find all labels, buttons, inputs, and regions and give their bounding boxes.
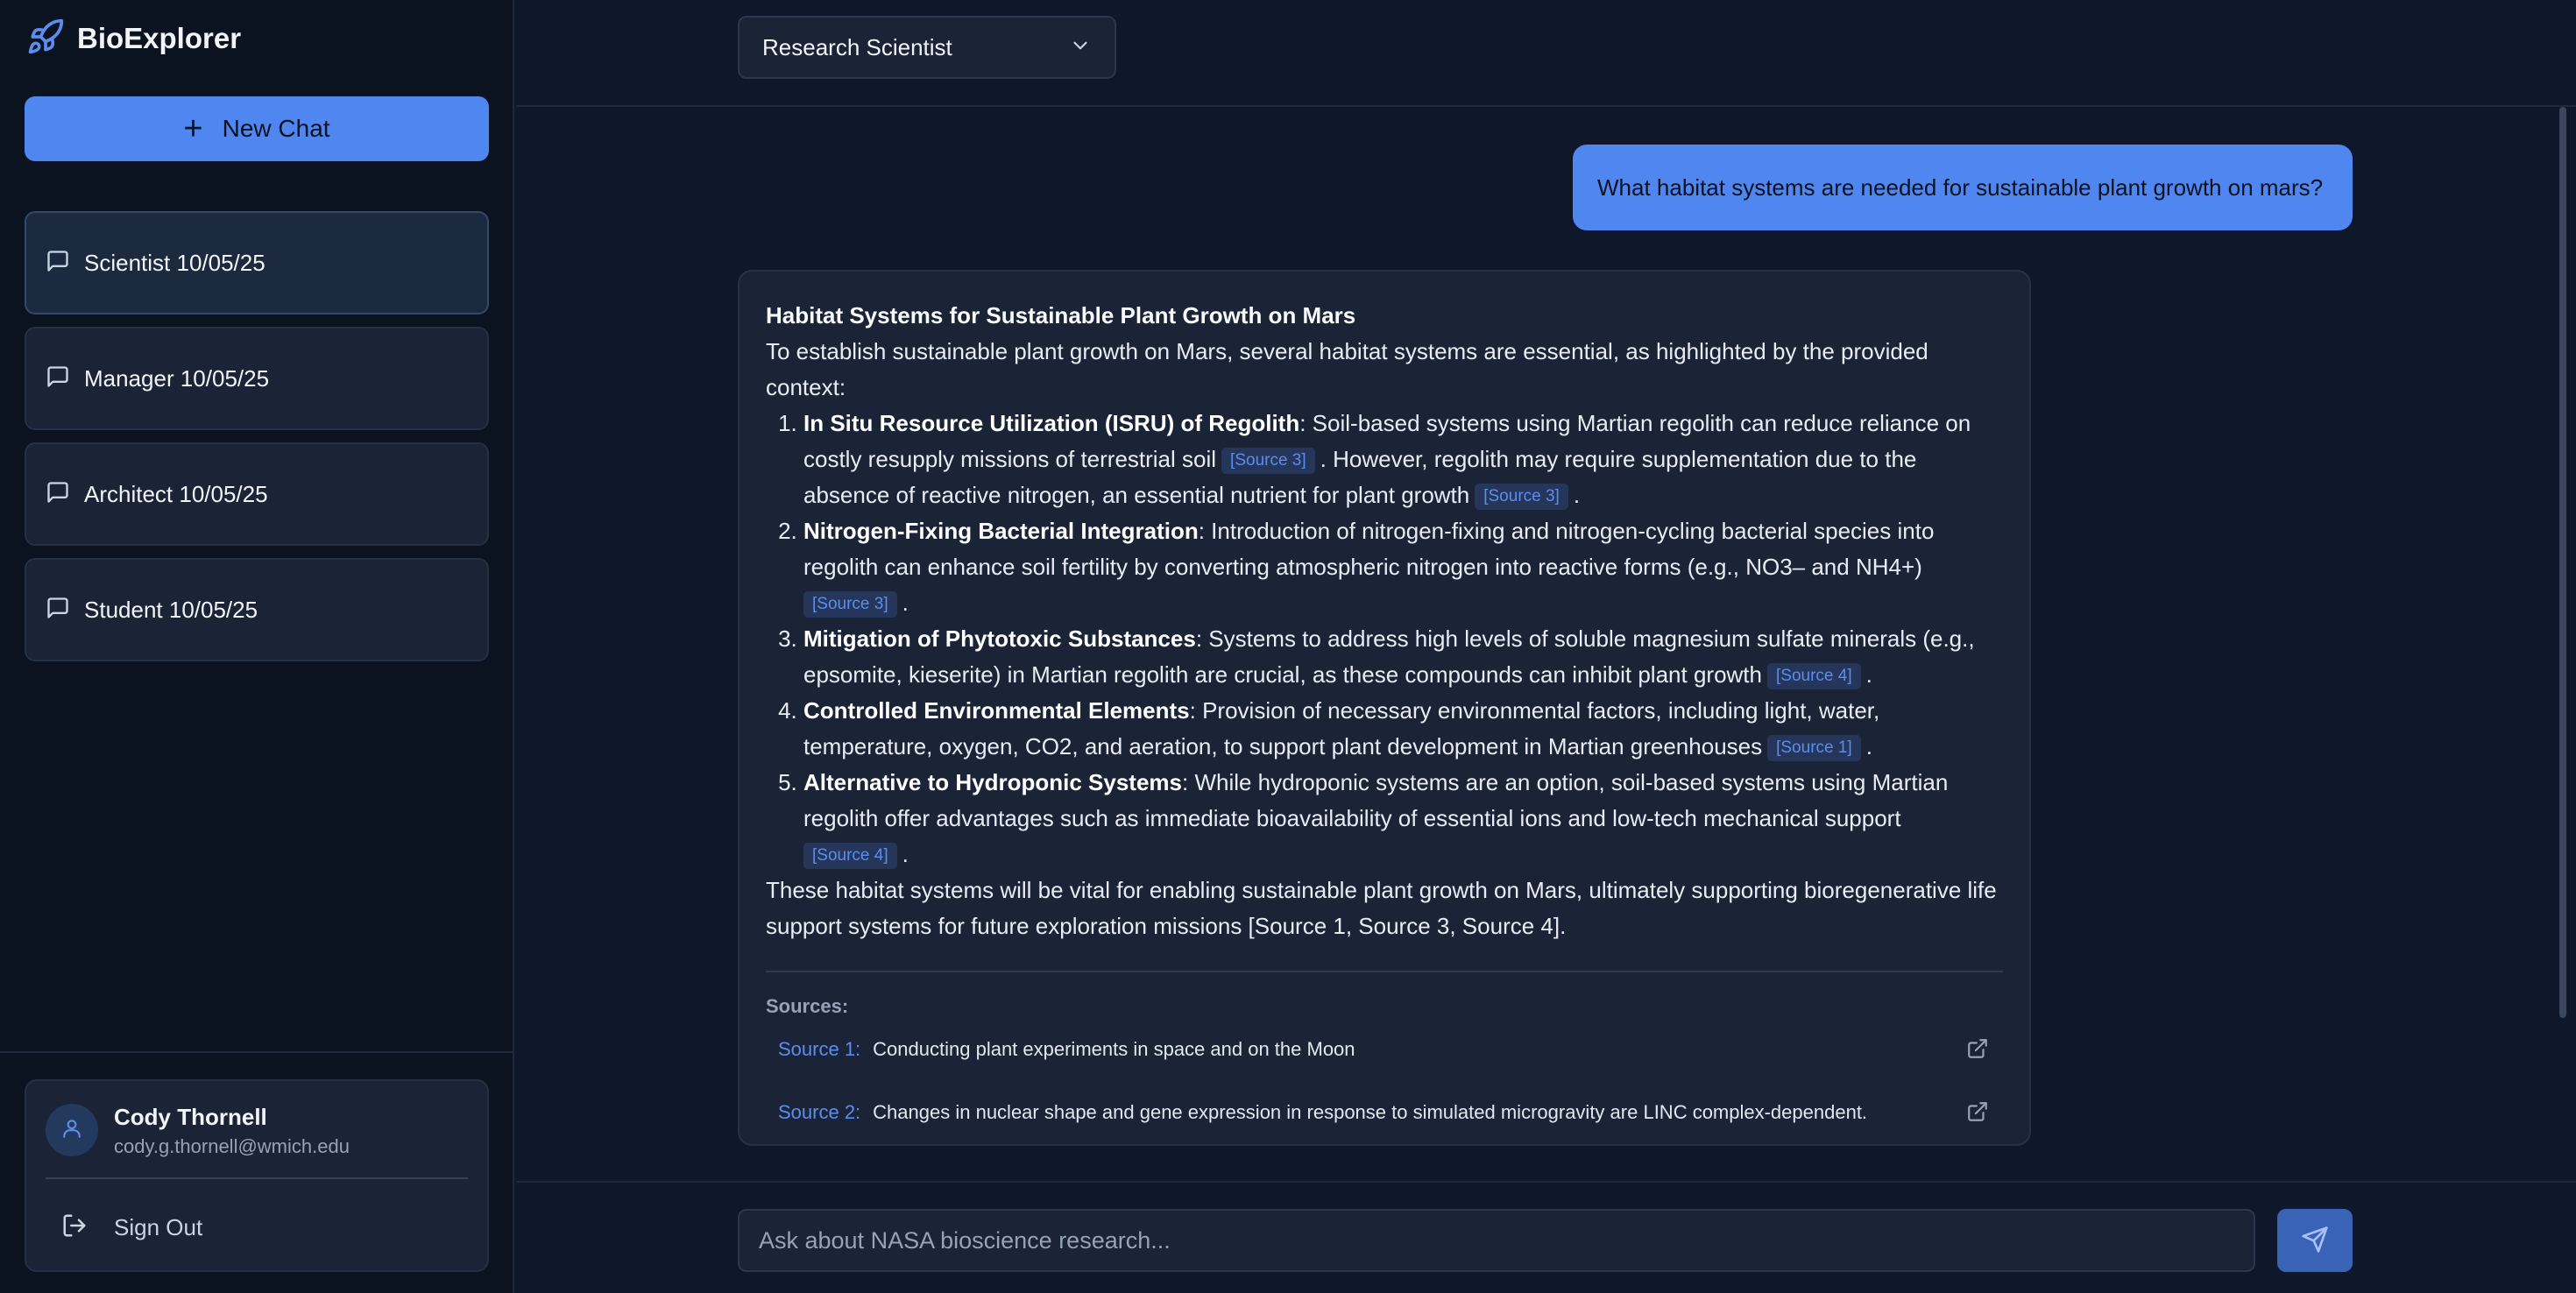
- list-item: Mitigation of Phytotoxic Substances: Sys…: [803, 621, 2003, 693]
- header: Research Scientist: [516, 0, 2576, 107]
- list-item: Nitrogen-Fixing Bacterial Integration: I…: [803, 513, 2003, 621]
- log-out-icon: [61, 1212, 88, 1243]
- source-label: Source 1:: [778, 1038, 861, 1060]
- user-name: Cody Thornell: [114, 1104, 267, 1130]
- item-heading: Nitrogen-Fixing Bacterial Integration: [803, 518, 1199, 544]
- item-text: .: [1573, 482, 1581, 508]
- avatar[interactable]: [46, 1104, 98, 1156]
- chat-item-manager[interactable]: Manager 10/05/25: [25, 327, 489, 430]
- new-chat-label: New Chat: [222, 115, 330, 142]
- message-square-icon: [46, 480, 70, 509]
- item-heading: Mitigation of Phytotoxic Substances: [803, 625, 1196, 652]
- source-link[interactable]: Source 1: Conducting plant experiments i…: [766, 1018, 2003, 1081]
- chat-item-label: Student 10/05/25: [84, 596, 258, 623]
- citation-badge[interactable]: [Source 3]: [1221, 448, 1315, 475]
- chat-item-student[interactable]: Student 10/05/25: [25, 558, 489, 661]
- list-item: Controlled Environmental Elements: Provi…: [803, 693, 2003, 765]
- citation-badge[interactable]: [Source 4]: [803, 843, 897, 870]
- item-heading: Alternative to Hydroponic Systems: [803, 769, 1182, 795]
- source-link[interactable]: Source 2: Changes in nuclear shape and g…: [766, 1081, 2003, 1144]
- app-name: BioExplorer: [77, 22, 242, 54]
- send-icon: [2301, 1226, 2329, 1256]
- source-label: Source 2:: [778, 1101, 861, 1123]
- brand[interactable]: BioExplorer: [26, 18, 241, 60]
- list-item: Alternative to Hydroponic Systems: While…: [803, 765, 2003, 873]
- external-link-icon[interactable]: [1966, 1037, 1989, 1060]
- source-title: Changes in nuclear shape and gene expres…: [873, 1101, 1868, 1123]
- user-message: What habitat systems are needed for sust…: [1573, 145, 2353, 230]
- chat-item-scientist[interactable]: Scientist 10/05/25: [25, 211, 489, 314]
- rocket-icon: [26, 18, 65, 60]
- user-email: cody.g.thornell@wmich.edu: [114, 1135, 350, 1157]
- answer-list: In Situ Resource Utilization (ISRU) of R…: [803, 406, 2003, 873]
- sources-title: Sources:: [766, 995, 849, 1017]
- divider: [46, 1177, 468, 1179]
- item-text: .: [1865, 661, 1872, 688]
- citation-badge[interactable]: [Source 1]: [1767, 735, 1861, 762]
- citation-badge[interactable]: [Source 3]: [803, 591, 897, 618]
- item-text: .: [902, 590, 909, 616]
- citation-badge[interactable]: [Source 4]: [1767, 663, 1861, 690]
- chat-item-label: Architect 10/05/25: [84, 480, 268, 507]
- chat-item-architect[interactable]: Architect 10/05/25: [25, 442, 489, 546]
- list-item: In Situ Resource Utilization (ISRU) of R…: [803, 406, 2003, 513]
- message-square-icon: [46, 249, 70, 278]
- sign-out-button[interactable]: Sign Out: [61, 1204, 202, 1251]
- role-select[interactable]: Research Scientist: [738, 16, 1116, 79]
- user-card: Cody Thornell cody.g.thornell@wmich.edu …: [25, 1079, 489, 1272]
- item-text: .: [1865, 733, 1872, 760]
- citation-badge[interactable]: [Source 3]: [1475, 484, 1568, 511]
- scrollbar[interactable]: [2559, 107, 2566, 1018]
- ask-input[interactable]: [738, 1209, 2255, 1272]
- answer-conclusion: These habitat systems will be vital for …: [766, 877, 1997, 939]
- composer: [516, 1181, 2576, 1293]
- plus-icon: +: [183, 110, 203, 147]
- source-title: Conducting plant experiments in space an…: [873, 1038, 1355, 1060]
- item-heading: Controlled Environmental Elements: [803, 697, 1190, 724]
- chevron-down-icon: [1069, 34, 1092, 61]
- sidebar-footer: Cody Thornell cody.g.thornell@wmich.edu …: [0, 1051, 514, 1293]
- answer-title: Habitat Systems for Sustainable Plant Gr…: [766, 302, 1356, 329]
- chat-history-list: Scientist 10/05/25 Manager 10/05/25 Arch…: [25, 211, 489, 674]
- sign-out-label: Sign Out: [114, 1213, 203, 1240]
- assistant-message: Habitat Systems for Sustainable Plant Gr…: [738, 270, 2031, 1146]
- new-chat-button[interactable]: + New Chat: [25, 96, 489, 161]
- role-select-value: Research Scientist: [762, 33, 952, 60]
- answer-intro: To establish sustainable plant growth on…: [766, 338, 1928, 400]
- item-text: .: [902, 841, 909, 867]
- message-square-icon: [46, 364, 70, 393]
- item-heading: In Situ Resource Utilization (ISRU) of R…: [803, 410, 1300, 436]
- sidebar: BioExplorer + New Chat Scientist 10/05/2…: [0, 0, 514, 1293]
- divider: [766, 971, 2003, 972]
- chat-item-label: Manager 10/05/25: [84, 364, 270, 392]
- external-link-icon[interactable]: [1966, 1100, 1989, 1123]
- send-button[interactable]: [2277, 1209, 2353, 1272]
- message-square-icon: [46, 596, 70, 625]
- chat-item-label: Scientist 10/05/25: [84, 249, 265, 276]
- user-icon: [60, 1117, 83, 1144]
